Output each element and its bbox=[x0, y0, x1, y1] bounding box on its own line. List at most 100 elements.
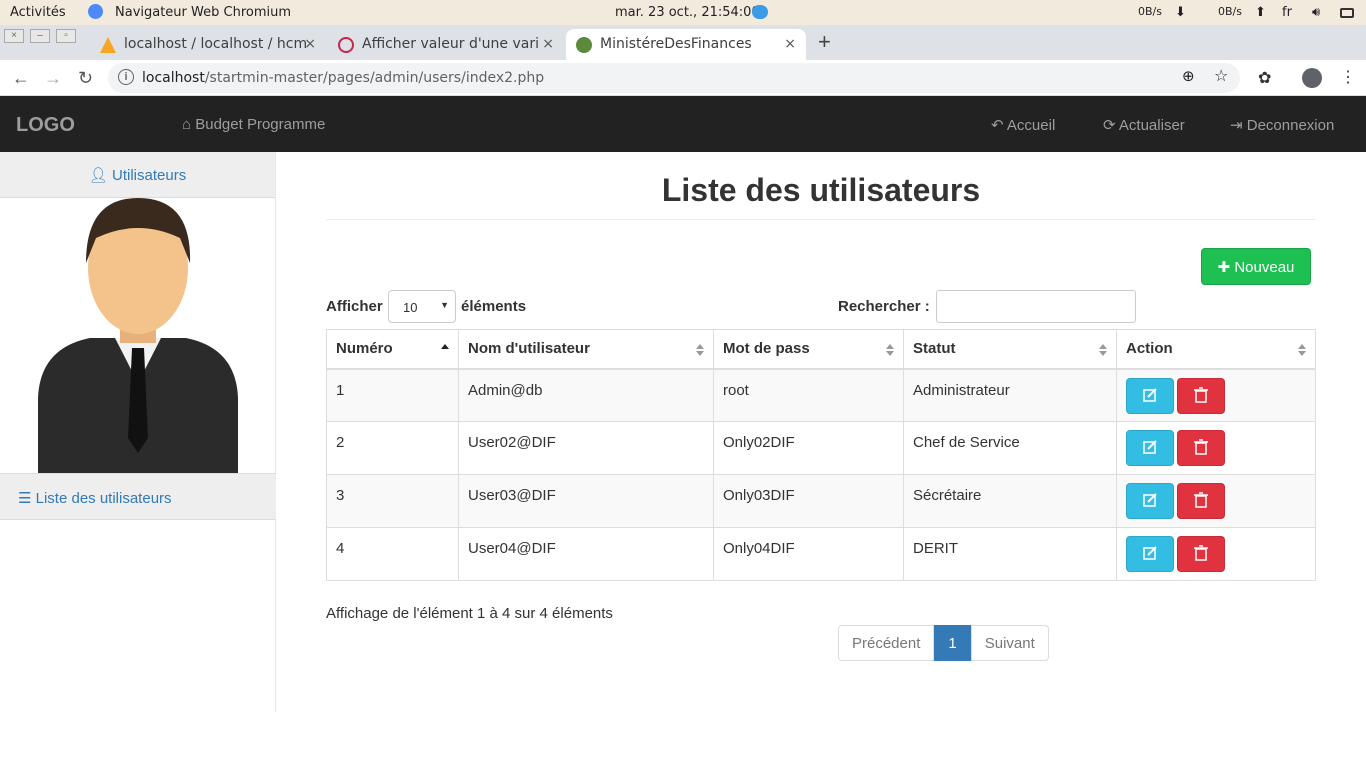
table-row: 2 User02@DIF Only02DIF Chef de Service bbox=[326, 421, 1316, 475]
cell-nom: Admin@db bbox=[458, 368, 714, 422]
page-length-select[interactable]: 10 ▼ bbox=[388, 290, 456, 323]
divider bbox=[326, 219, 1316, 220]
trash-icon bbox=[1194, 439, 1208, 455]
tab-title: Afficher valeur d'une vari bbox=[362, 36, 540, 52]
power-icon[interactable] bbox=[1340, 8, 1354, 18]
cell-statut: DERIT bbox=[903, 527, 1117, 581]
trash-icon bbox=[1194, 492, 1208, 508]
sort-icon bbox=[1099, 344, 1107, 356]
col-numero[interactable]: Numéro bbox=[326, 329, 459, 370]
deconnexion-link[interactable]: ⇥ Deconnexion bbox=[1230, 116, 1334, 134]
browser-toolbar: ← → ↻ i localhost/startmin-master/pages/… bbox=[0, 60, 1366, 96]
page-length-value: 10 bbox=[403, 300, 418, 315]
forward-icon[interactable]: → bbox=[44, 68, 62, 89]
cell-password: Only03DIF bbox=[713, 474, 904, 528]
site-icon bbox=[338, 37, 354, 53]
next-page-button[interactable]: Suivant bbox=[970, 625, 1049, 661]
arrow-down-icon: ⬇ bbox=[1175, 5, 1186, 20]
clock[interactable]: mar. 23 oct., 21:54:00 bbox=[615, 5, 760, 20]
page-button-1[interactable]: 1 bbox=[934, 625, 971, 661]
close-window-icon[interactable]: × bbox=[4, 29, 24, 43]
delete-button[interactable] bbox=[1177, 377, 1225, 414]
url-host: localhost bbox=[142, 70, 205, 86]
new-user-button[interactable]: ✚ Nouveau bbox=[1201, 248, 1311, 285]
info-icon[interactable]: i bbox=[118, 69, 134, 85]
tab-phpmyadmin[interactable]: localhost / localhost / hcm × bbox=[90, 29, 326, 60]
sort-icon bbox=[696, 344, 704, 356]
bookmark-star-icon[interactable]: ☆ bbox=[1214, 66, 1228, 85]
edit-button[interactable] bbox=[1126, 536, 1174, 572]
table-row: 4 User04@DIF Only04DIF DERIT bbox=[326, 527, 1316, 581]
system-top-bar: Activités Navigateur Web Chromium mar. 2… bbox=[0, 0, 1366, 25]
cell-numero: 1 bbox=[326, 368, 459, 422]
sidebar-item-liste-utilisateurs[interactable]: ☰ Liste des utilisateurs bbox=[0, 473, 276, 520]
brand-label: Budget Programme bbox=[195, 116, 326, 133]
sidebar-header[interactable]: 👤︎ Utilisateurs bbox=[0, 152, 275, 198]
close-tab-icon[interactable]: × bbox=[784, 36, 796, 52]
volume-icon[interactable]: 🔊︎ bbox=[1312, 5, 1320, 20]
delete-button[interactable] bbox=[1177, 483, 1225, 519]
cell-statut: Sécrétaire bbox=[903, 474, 1117, 528]
cell-password: Only02DIF bbox=[713, 421, 904, 475]
cell-nom: User02@DIF bbox=[458, 421, 714, 475]
chromium-icon bbox=[88, 4, 103, 19]
col-action[interactable]: Action bbox=[1116, 329, 1316, 370]
prev-page-button[interactable]: Précédent bbox=[838, 625, 935, 661]
sidebar-header-label: Utilisateurs bbox=[112, 167, 187, 184]
app-name[interactable]: Navigateur Web Chromium bbox=[115, 5, 291, 20]
reload-icon[interactable]: ↻ bbox=[78, 68, 93, 89]
emblem-icon bbox=[576, 37, 592, 53]
cell-numero: 2 bbox=[326, 421, 459, 475]
cell-password: Only04DIF bbox=[713, 527, 904, 581]
url-path: /startmin-master/pages/admin/users/index… bbox=[204, 70, 545, 86]
col-statut[interactable]: Statut bbox=[903, 329, 1117, 370]
url-bar[interactable]: i localhost/startmin-master/pages/admin/… bbox=[108, 63, 1240, 93]
zoom-icon[interactable]: ⊕ bbox=[1182, 67, 1195, 85]
profile-icon[interactable] bbox=[1302, 68, 1322, 88]
user-icon: 👤︎ bbox=[88, 167, 113, 184]
tab-ministere[interactable]: MinistéreDesFinances × bbox=[566, 29, 806, 60]
back-icon[interactable]: ← bbox=[12, 68, 30, 89]
edit-icon bbox=[1143, 440, 1157, 454]
delete-button[interactable] bbox=[1177, 536, 1225, 572]
phpmyadmin-icon bbox=[100, 37, 116, 53]
search-label: Rechercher : bbox=[838, 298, 930, 315]
activities-button[interactable]: Activités bbox=[10, 5, 66, 20]
reply-icon: ↶ bbox=[991, 117, 1007, 134]
logo[interactable]: LOGO bbox=[16, 114, 75, 137]
col-mot-de-pass[interactable]: Mot de pass bbox=[713, 329, 904, 370]
deconnexion-label: Deconnexion bbox=[1246, 117, 1335, 134]
brand-link[interactable]: ⌂ Budget Programme bbox=[182, 116, 325, 133]
sort-asc-icon bbox=[441, 344, 449, 349]
new-tab-icon[interactable]: + bbox=[818, 29, 831, 55]
list-icon: ☰ bbox=[18, 490, 36, 507]
sort-icon bbox=[886, 344, 894, 356]
minimize-window-icon[interactable]: – bbox=[30, 29, 50, 43]
cell-actions bbox=[1116, 421, 1316, 475]
refresh-icon: ⟳ bbox=[1103, 117, 1119, 134]
edit-button[interactable] bbox=[1126, 430, 1174, 466]
accueil-label: Accueil bbox=[1006, 117, 1056, 134]
edit-icon bbox=[1143, 546, 1157, 560]
logout-icon: ⇥ bbox=[1230, 117, 1247, 134]
search-input[interactable] bbox=[936, 290, 1136, 323]
extension-icon[interactable]: ✿ bbox=[1258, 68, 1271, 88]
tab-stackoverflow[interactable]: Afficher valeur d'une vari × bbox=[328, 29, 564, 60]
keyboard-language[interactable]: fr bbox=[1282, 5, 1292, 20]
menu-dots-icon[interactable]: ⋮ bbox=[1340, 67, 1356, 87]
cell-nom: User03@DIF bbox=[458, 474, 714, 528]
col-nom-utilisateur[interactable]: Nom d'utilisateur bbox=[458, 329, 714, 370]
browser-tab-strip: × – ▫ localhost / localhost / hcm × Affi… bbox=[0, 25, 1366, 60]
delete-button[interactable] bbox=[1177, 430, 1225, 466]
accueil-link[interactable]: ↶ Accueil bbox=[991, 116, 1055, 134]
close-tab-icon[interactable]: × bbox=[304, 36, 316, 52]
trash-icon bbox=[1194, 545, 1208, 561]
edit-icon bbox=[1143, 493, 1157, 507]
edit-button[interactable] bbox=[1126, 377, 1174, 414]
cell-actions bbox=[1116, 368, 1316, 422]
edit-button[interactable] bbox=[1126, 483, 1174, 519]
actualiser-link[interactable]: ⟳ Actualiser bbox=[1103, 116, 1185, 134]
home-icon: ⌂ bbox=[182, 116, 196, 133]
close-tab-icon[interactable]: × bbox=[542, 36, 554, 52]
maximize-window-icon[interactable]: ▫ bbox=[56, 29, 76, 43]
